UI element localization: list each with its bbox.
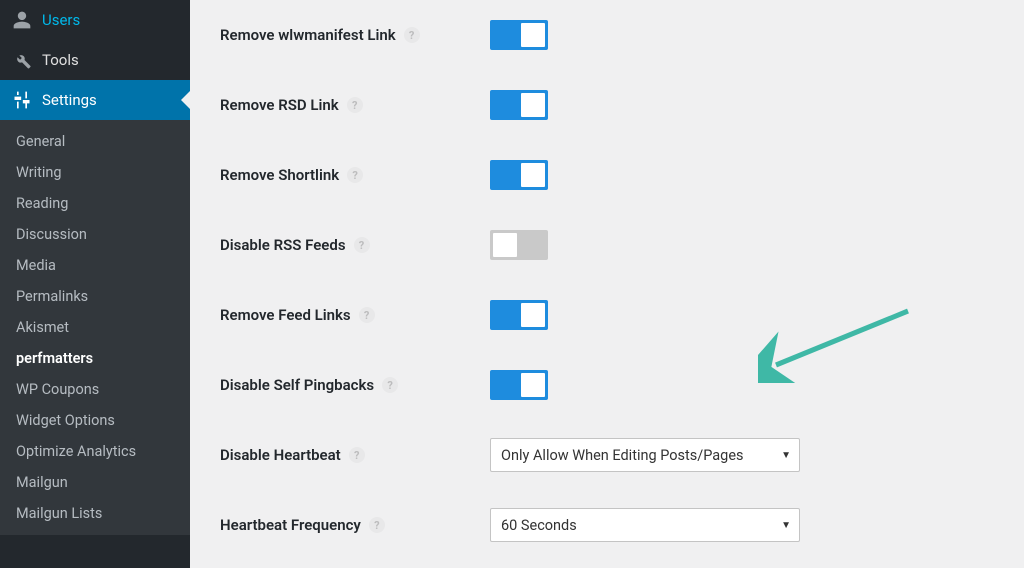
submenu-item-wp-coupons[interactable]: WP Coupons [0,374,190,405]
row-disable-self-pingbacks: Disable Self Pingbacks ? [220,350,1024,420]
label-text: Remove RSD Link [220,96,339,114]
tools-icon [12,50,32,70]
field-label: Remove Shortlink ? [220,166,490,184]
row-remove-rsd: Remove RSD Link ? [220,70,1024,140]
toggle-remove-shortlink[interactable] [490,160,548,190]
help-icon[interactable]: ? [354,237,370,253]
toggle-disable-self-pingbacks[interactable] [490,370,548,400]
select-value: Only Allow When Editing Posts/Pages [501,447,744,464]
label-text: Remove Shortlink [220,166,339,184]
submenu-item-reading[interactable]: Reading [0,188,190,219]
settings-form: Remove wlwmanifest Link ? Remove RSD Lin… [190,0,1024,568]
settings-submenu: General Writing Reading Discussion Media… [0,120,190,535]
field-label: Disable Self Pingbacks ? [220,376,490,394]
help-icon[interactable]: ? [347,167,363,183]
help-icon[interactable]: ? [359,307,375,323]
select-disable-heartbeat[interactable]: Only Allow When Editing Posts/Pages [490,438,800,472]
toggle-remove-wlwmanifest[interactable] [490,20,548,50]
submenu-item-perfmatters[interactable]: perfmatters [0,343,190,374]
row-remove-shortlink: Remove Shortlink ? [220,140,1024,210]
label-text: Remove Feed Links [220,306,351,324]
toggle-disable-rss[interactable] [490,230,548,260]
help-icon[interactable]: ? [404,27,420,43]
menu-label: Users [42,11,80,29]
field-label: Disable Heartbeat ? [220,446,490,464]
admin-sidebar: Users Tools Settings General Writing Rea… [0,0,190,568]
field-label: Remove RSD Link ? [220,96,490,114]
row-heartbeat-frequency: Heartbeat Frequency ? 60 Seconds [220,490,1024,560]
settings-icon [12,90,32,110]
toggle-remove-feed-links[interactable] [490,300,548,330]
field-label: Remove Feed Links ? [220,306,490,324]
menu-item-users[interactable]: Users [0,0,190,40]
menu-item-settings[interactable]: Settings [0,80,190,120]
submenu-item-mailgun-lists[interactable]: Mailgun Lists [0,498,190,529]
field-label: Remove wlwmanifest Link ? [220,26,490,44]
submenu-item-widget-options[interactable]: Widget Options [0,405,190,436]
help-icon[interactable]: ? [347,97,363,113]
submenu-item-writing[interactable]: Writing [0,157,190,188]
label-text: Heartbeat Frequency [220,516,361,534]
menu-label: Tools [42,51,79,69]
users-icon [12,10,32,30]
help-icon[interactable]: ? [349,447,365,463]
field-label: Heartbeat Frequency ? [220,516,490,534]
menu-label: Settings [42,91,97,109]
submenu-item-media[interactable]: Media [0,250,190,281]
help-icon[interactable]: ? [369,517,385,533]
select-heartbeat-frequency[interactable]: 60 Seconds [490,508,800,542]
row-remove-feed-links: Remove Feed Links ? [220,280,1024,350]
submenu-item-general[interactable]: General [0,126,190,157]
menu-item-tools[interactable]: Tools [0,40,190,80]
label-text: Disable Self Pingbacks [220,376,374,394]
row-remove-wlwmanifest: Remove wlwmanifest Link ? [220,0,1024,70]
help-icon[interactable]: ? [382,377,398,393]
select-value: 60 Seconds [501,517,577,534]
submenu-item-optimize-analytics[interactable]: Optimize Analytics [0,436,190,467]
row-disable-heartbeat: Disable Heartbeat ? Only Allow When Edit… [220,420,1024,490]
row-disable-rss: Disable RSS Feeds ? [220,210,1024,280]
toggle-remove-rsd[interactable] [490,90,548,120]
label-text: Disable Heartbeat [220,446,341,464]
field-label: Disable RSS Feeds ? [220,236,490,254]
label-text: Disable RSS Feeds [220,236,346,254]
submenu-item-akismet[interactable]: Akismet [0,312,190,343]
submenu-item-mailgun[interactable]: Mailgun [0,467,190,498]
submenu-item-permalinks[interactable]: Permalinks [0,281,190,312]
submenu-item-discussion[interactable]: Discussion [0,219,190,250]
label-text: Remove wlwmanifest Link [220,26,396,44]
